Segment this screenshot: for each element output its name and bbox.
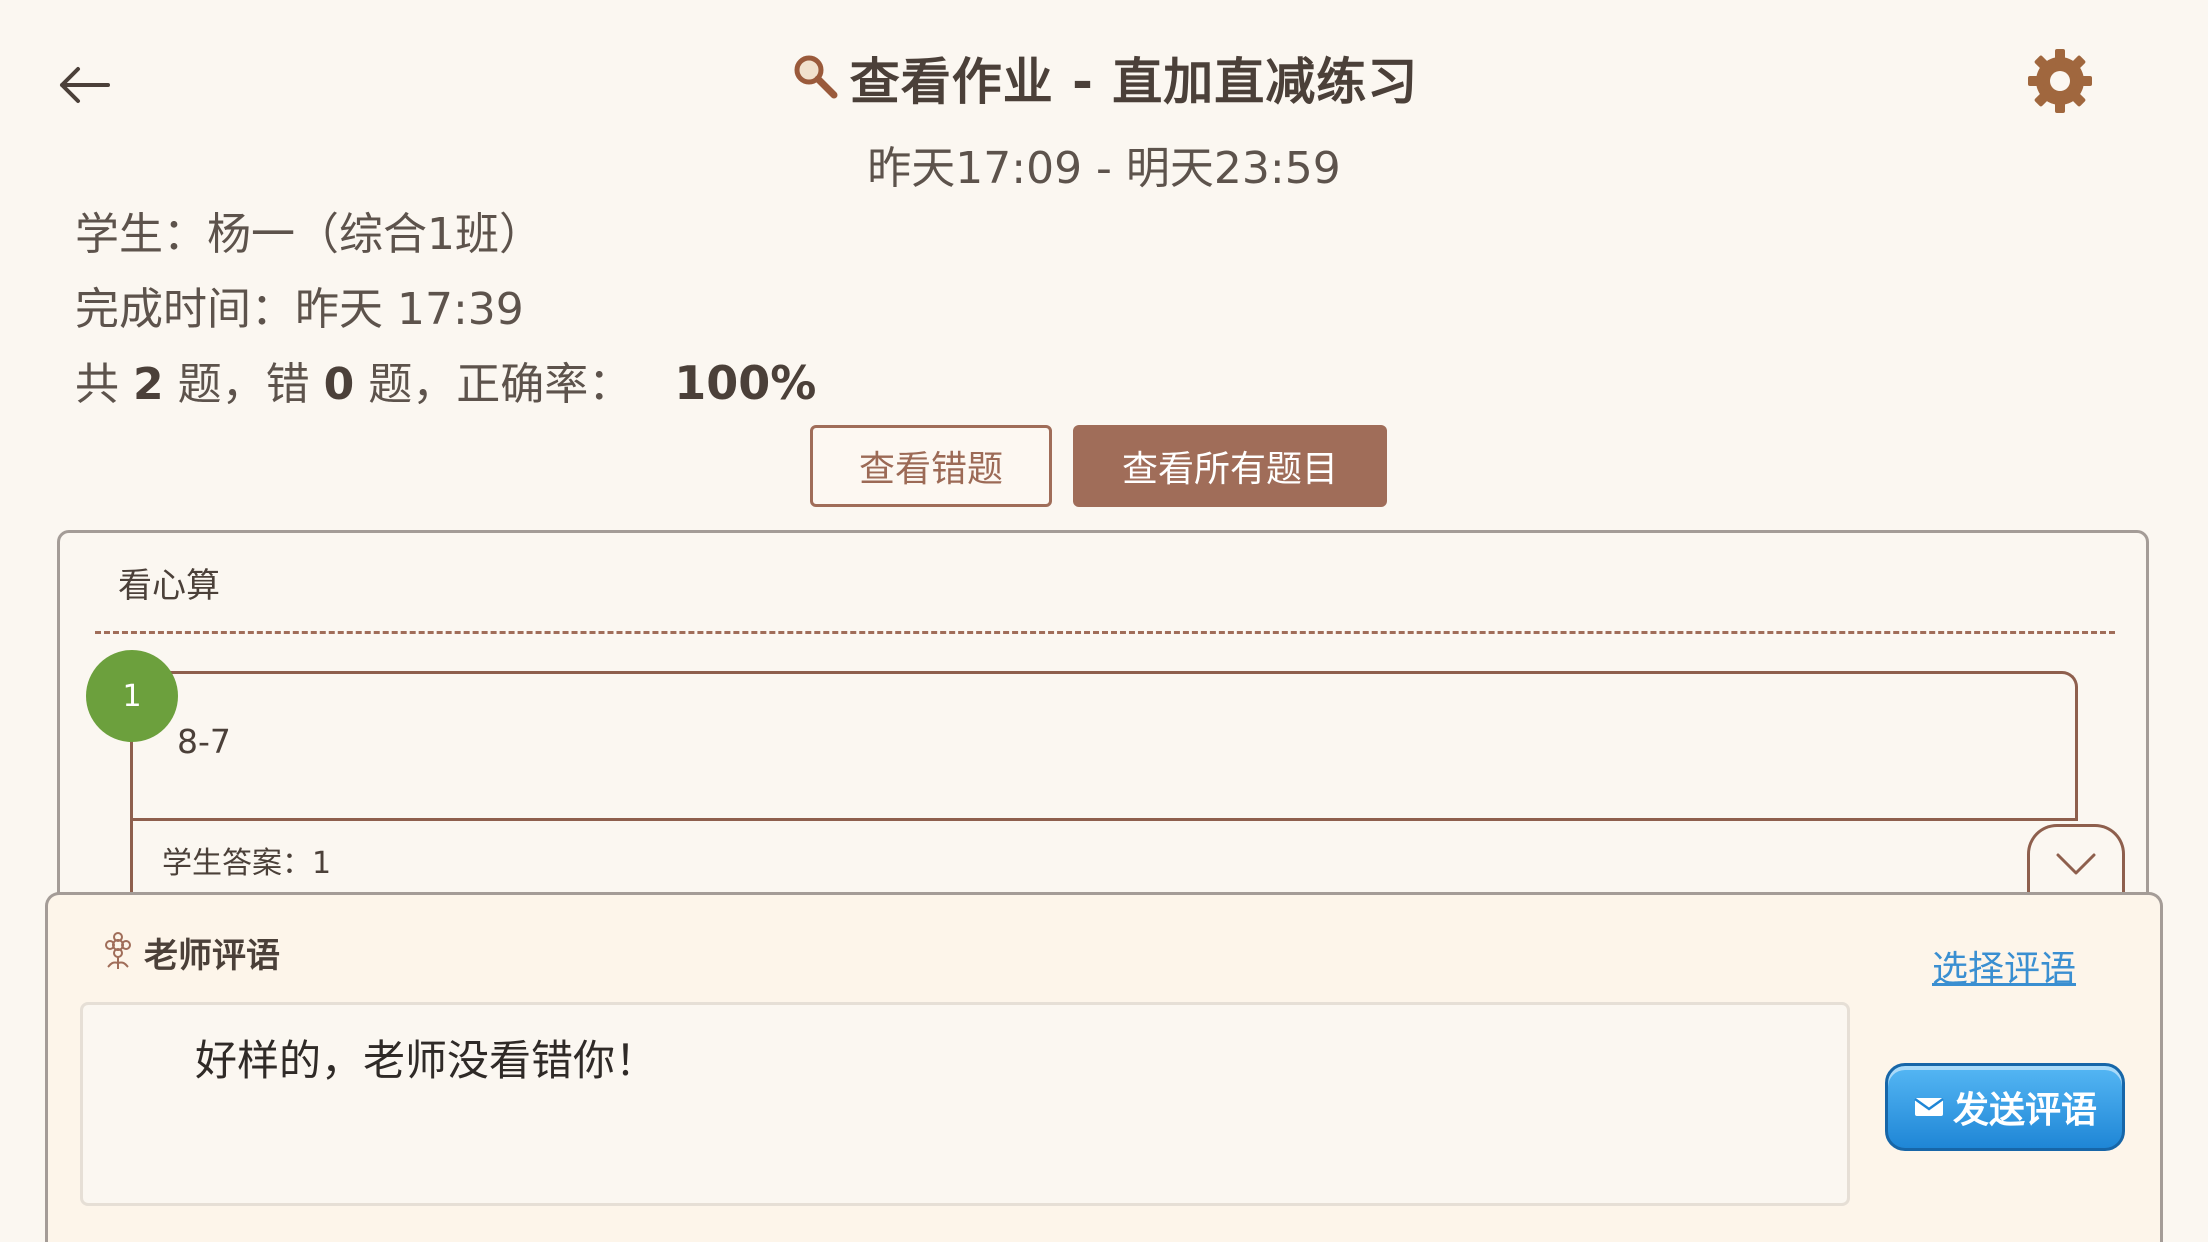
- answer-row: [130, 818, 2078, 898]
- page-title: 查看作业 - 直加直减练习: [0, 38, 2208, 118]
- chevron-down-icon: [2054, 849, 2098, 883]
- send-comment-button[interactable]: 发送评语: [1885, 1063, 2125, 1151]
- question-number-badge: 1: [86, 650, 178, 742]
- view-all-button[interactable]: 查看所有题目: [1073, 425, 1387, 507]
- question-text: 8-7: [177, 722, 231, 761]
- view-wrong-button[interactable]: 查看错题: [810, 425, 1052, 507]
- wrong-count: 0: [323, 359, 355, 410]
- title-text: 查看作业 - 直加直减练习: [849, 53, 1419, 111]
- comment-header: 老师评语: [100, 928, 280, 977]
- stats-mid1: 题，错: [177, 359, 310, 410]
- send-label: 发送评语: [1952, 1090, 2097, 1131]
- envelope-icon: [1913, 1087, 1945, 1128]
- choose-comment-link[interactable]: 选择评语: [1932, 940, 2076, 992]
- divider: [95, 631, 2115, 634]
- student-answer: 学生答案：1: [162, 846, 332, 881]
- gear-icon[interactable]: [2024, 45, 2096, 117]
- comment-input[interactable]: 好样的，老师没看错你！: [80, 1002, 1850, 1206]
- flower-icon: [100, 931, 136, 975]
- magnifier-icon: [790, 51, 840, 105]
- comment-label: 老师评语: [144, 936, 280, 976]
- section-title: 看心算: [118, 566, 220, 606]
- total-count: 2: [133, 359, 164, 410]
- accuracy-value: 100%: [674, 356, 817, 410]
- question-box: [130, 671, 2078, 821]
- stats-mid2: 题，正确率：: [368, 359, 633, 410]
- student-info: 学生：杨一（综合1班）: [75, 209, 543, 260]
- score-summary: 共 2 题，错 0 题，正确率： 100%: [75, 348, 816, 412]
- completion-time: 完成时间：昨天 17:39: [75, 284, 524, 335]
- stats-prefix: 共: [75, 359, 119, 410]
- time-range: 昨天17:09 - 明天23:59: [867, 143, 1341, 194]
